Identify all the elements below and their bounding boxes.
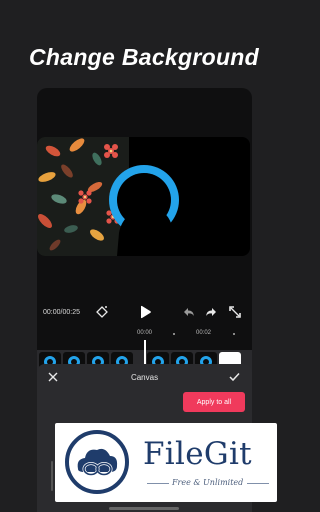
subject-cutout <box>109 165 179 256</box>
tagline-rule <box>147 483 169 484</box>
headline: Change Background <box>28 44 259 70</box>
video-preview[interactable] <box>37 137 250 256</box>
ruler-dot <box>233 333 235 335</box>
filegit-watermark: FileGit Free & Unlimited <box>55 423 277 502</box>
timecode: 00:00/00:25 <box>43 309 80 316</box>
sheet-scroll-indicator <box>51 461 53 491</box>
apply-to-all-button[interactable]: Apply to all <box>183 392 245 412</box>
fullscreen-icon[interactable] <box>229 306 241 318</box>
diamond-keyframe-icon[interactable] <box>95 305 109 319</box>
undo-icon[interactable] <box>183 306 195 318</box>
time-ruler: 00:00 00:02 <box>37 328 252 340</box>
filegit-name: FileGit <box>143 436 252 472</box>
ruler-mark: 00:02 <box>196 330 212 336</box>
home-indicator <box>109 507 179 510</box>
filegit-tagline: Free & Unlimited <box>172 478 244 487</box>
ruler-mark: 00:00 <box>137 330 153 336</box>
sheet-title: Canvas <box>130 373 159 382</box>
play-icon[interactable] <box>137 304 153 320</box>
ruler-dot <box>173 333 175 335</box>
playback-controls: 00:00/00:25 <box>37 301 252 327</box>
tagline-rule <box>247 483 269 484</box>
check-icon[interactable] <box>228 371 240 383</box>
redo-icon[interactable] <box>205 306 217 318</box>
filegit-logo-icon <box>65 430 129 494</box>
